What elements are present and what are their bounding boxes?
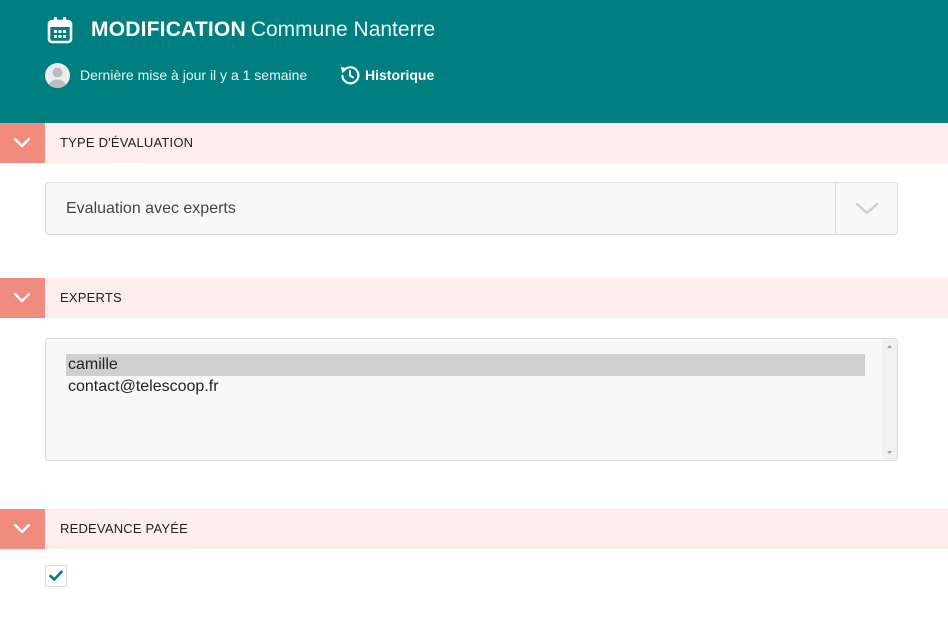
section-toggle-button[interactable] bbox=[0, 509, 45, 549]
check-icon bbox=[49, 570, 63, 581]
calendar-icon bbox=[47, 17, 73, 44]
section-redevance-header: REDEVANCE PAYÉE bbox=[0, 509, 948, 549]
history-link[interactable]: Historique bbox=[365, 66, 434, 84]
section-label: REDEVANCE PAYÉE bbox=[60, 521, 188, 536]
chevron-down-icon bbox=[13, 292, 31, 303]
page-title-subject: Commune Nanterre bbox=[250, 18, 436, 41]
scroll-up-arrow-icon[interactable] bbox=[882, 341, 897, 353]
section-experts-header: EXPERTS bbox=[0, 278, 948, 318]
page-title-action: MODIFICATION bbox=[91, 18, 246, 41]
list-item[interactable]: camille bbox=[66, 354, 865, 376]
scrollbar[interactable] bbox=[882, 339, 897, 460]
experts-multiselect[interactable]: camille contact@telescoop.fr bbox=[45, 338, 898, 461]
page-header: MODIFICATION Commune Nanterre Dernière mi… bbox=[0, 0, 948, 123]
chevron-down-icon[interactable] bbox=[855, 202, 879, 216]
section-toggle-button[interactable] bbox=[0, 278, 45, 318]
avatar bbox=[45, 63, 70, 88]
section-toggle-button[interactable] bbox=[0, 123, 45, 163]
redevance-payee-checkbox[interactable] bbox=[45, 565, 67, 587]
history-icon[interactable] bbox=[340, 65, 360, 85]
select-value: Evaluation avec experts bbox=[66, 200, 236, 217]
chevron-down-icon bbox=[13, 137, 31, 148]
chevron-down-icon bbox=[13, 523, 31, 534]
section-label: EXPERTS bbox=[60, 290, 122, 305]
section-type-evaluation-header: TYPE D'ÉVALUATION bbox=[0, 123, 948, 163]
scroll-down-arrow-icon[interactable] bbox=[882, 446, 897, 458]
select-divider bbox=[835, 183, 836, 234]
page-title: MODIFICATION Commune Nanterre bbox=[91, 17, 435, 43]
list-item[interactable]: contact@telescoop.fr bbox=[66, 376, 865, 398]
evaluation-type-select[interactable]: Evaluation avec experts bbox=[45, 182, 898, 235]
section-label: TYPE D'ÉVALUATION bbox=[60, 135, 194, 150]
user-avatar-icon bbox=[48, 67, 67, 88]
last-update-text: Dernière mise à jour il y a 1 semaine bbox=[80, 67, 308, 83]
